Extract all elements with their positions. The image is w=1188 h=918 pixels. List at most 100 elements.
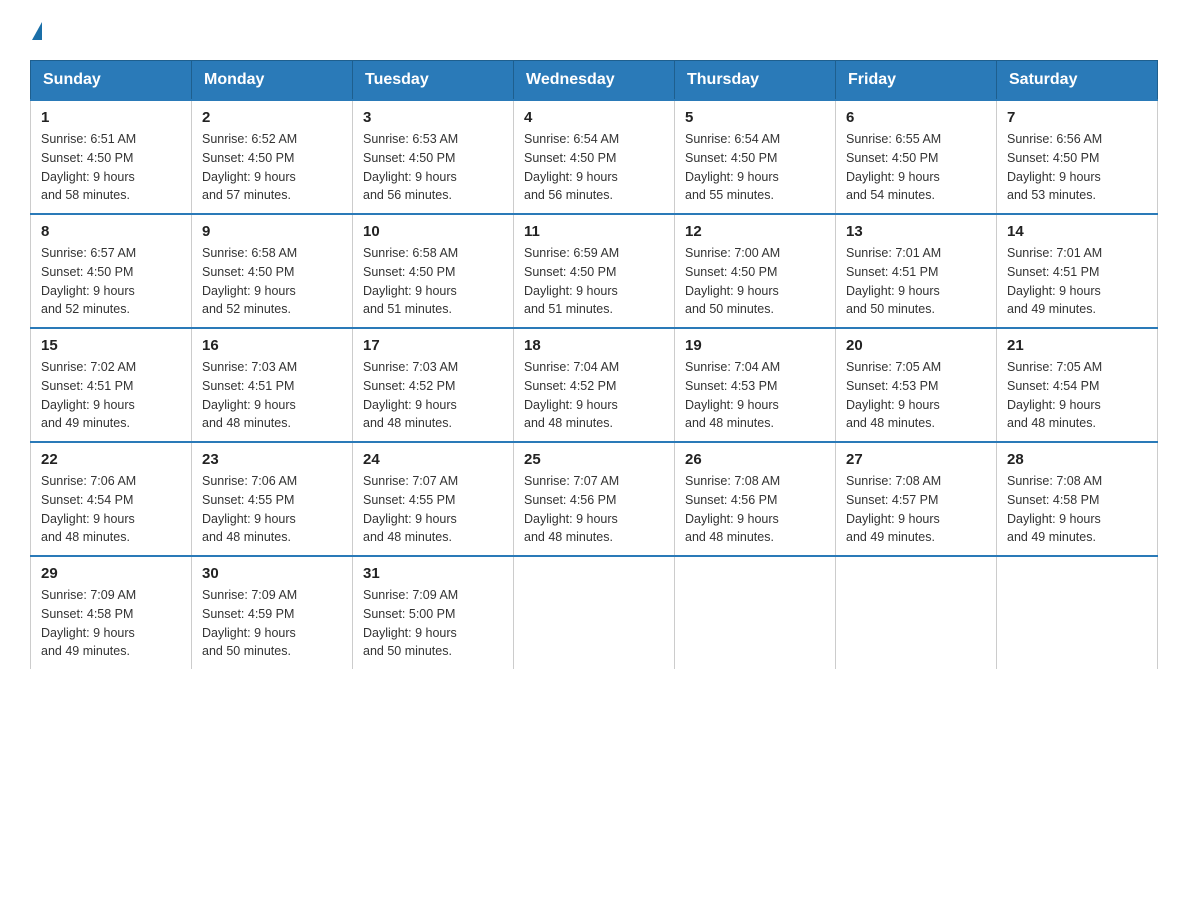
calendar-day-cell: 23 Sunrise: 7:06 AM Sunset: 4:55 PM Dayl…: [192, 442, 353, 556]
day-number: 13: [846, 223, 986, 240]
day-info: Sunrise: 6:53 AM Sunset: 4:50 PM Dayligh…: [363, 130, 503, 205]
day-number: 17: [363, 337, 503, 354]
day-info: Sunrise: 6:55 AM Sunset: 4:50 PM Dayligh…: [846, 130, 986, 205]
calendar-day-cell: 17 Sunrise: 7:03 AM Sunset: 4:52 PM Dayl…: [353, 328, 514, 442]
day-info: Sunrise: 7:06 AM Sunset: 4:54 PM Dayligh…: [41, 472, 181, 547]
day-number: 5: [685, 109, 825, 126]
day-info: Sunrise: 7:09 AM Sunset: 4:58 PM Dayligh…: [41, 586, 181, 661]
day-number: 23: [202, 451, 342, 468]
day-info: Sunrise: 6:58 AM Sunset: 4:50 PM Dayligh…: [202, 244, 342, 319]
weekday-header-monday: Monday: [192, 61, 353, 101]
day-info: Sunrise: 6:54 AM Sunset: 4:50 PM Dayligh…: [524, 130, 664, 205]
day-info: Sunrise: 7:00 AM Sunset: 4:50 PM Dayligh…: [685, 244, 825, 319]
calendar-day-cell: 6 Sunrise: 6:55 AM Sunset: 4:50 PM Dayli…: [836, 100, 997, 214]
day-info: Sunrise: 7:01 AM Sunset: 4:51 PM Dayligh…: [1007, 244, 1147, 319]
day-info: Sunrise: 7:08 AM Sunset: 4:56 PM Dayligh…: [685, 472, 825, 547]
day-number: 16: [202, 337, 342, 354]
calendar-week-row: 29 Sunrise: 7:09 AM Sunset: 4:58 PM Dayl…: [31, 556, 1158, 669]
weekday-header-sunday: Sunday: [31, 61, 192, 101]
day-number: 9: [202, 223, 342, 240]
day-info: Sunrise: 7:03 AM Sunset: 4:51 PM Dayligh…: [202, 358, 342, 433]
calendar-day-cell: 24 Sunrise: 7:07 AM Sunset: 4:55 PM Dayl…: [353, 442, 514, 556]
weekday-header-saturday: Saturday: [997, 61, 1158, 101]
day-number: 6: [846, 109, 986, 126]
calendar-day-cell: 20 Sunrise: 7:05 AM Sunset: 4:53 PM Dayl…: [836, 328, 997, 442]
day-info: Sunrise: 7:07 AM Sunset: 4:56 PM Dayligh…: [524, 472, 664, 547]
weekday-header-row: SundayMondayTuesdayWednesdayThursdayFrid…: [31, 61, 1158, 101]
day-number: 18: [524, 337, 664, 354]
day-info: Sunrise: 7:04 AM Sunset: 4:52 PM Dayligh…: [524, 358, 664, 433]
calendar-header: SundayMondayTuesdayWednesdayThursdayFrid…: [31, 61, 1158, 101]
calendar-day-cell: [514, 556, 675, 669]
calendar-day-cell: 28 Sunrise: 7:08 AM Sunset: 4:58 PM Dayl…: [997, 442, 1158, 556]
calendar-day-cell: 27 Sunrise: 7:08 AM Sunset: 4:57 PM Dayl…: [836, 442, 997, 556]
day-info: Sunrise: 7:08 AM Sunset: 4:57 PM Dayligh…: [846, 472, 986, 547]
day-info: Sunrise: 7:09 AM Sunset: 5:00 PM Dayligh…: [363, 586, 503, 661]
calendar-day-cell: 19 Sunrise: 7:04 AM Sunset: 4:53 PM Dayl…: [675, 328, 836, 442]
day-number: 2: [202, 109, 342, 126]
day-number: 8: [41, 223, 181, 240]
day-number: 1: [41, 109, 181, 126]
calendar-week-row: 1 Sunrise: 6:51 AM Sunset: 4:50 PM Dayli…: [31, 100, 1158, 214]
day-info: Sunrise: 6:58 AM Sunset: 4:50 PM Dayligh…: [363, 244, 503, 319]
day-info: Sunrise: 6:57 AM Sunset: 4:50 PM Dayligh…: [41, 244, 181, 319]
day-info: Sunrise: 7:09 AM Sunset: 4:59 PM Dayligh…: [202, 586, 342, 661]
day-number: 29: [41, 565, 181, 582]
calendar-day-cell: 13 Sunrise: 7:01 AM Sunset: 4:51 PM Dayl…: [836, 214, 997, 328]
day-number: 31: [363, 565, 503, 582]
calendar-day-cell: 29 Sunrise: 7:09 AM Sunset: 4:58 PM Dayl…: [31, 556, 192, 669]
calendar-day-cell: 12 Sunrise: 7:00 AM Sunset: 4:50 PM Dayl…: [675, 214, 836, 328]
calendar-day-cell: 18 Sunrise: 7:04 AM Sunset: 4:52 PM Dayl…: [514, 328, 675, 442]
day-info: Sunrise: 7:01 AM Sunset: 4:51 PM Dayligh…: [846, 244, 986, 319]
logo: [30, 20, 42, 40]
day-number: 22: [41, 451, 181, 468]
weekday-header-thursday: Thursday: [675, 61, 836, 101]
calendar-day-cell: 21 Sunrise: 7:05 AM Sunset: 4:54 PM Dayl…: [997, 328, 1158, 442]
day-info: Sunrise: 7:05 AM Sunset: 4:54 PM Dayligh…: [1007, 358, 1147, 433]
day-number: 15: [41, 337, 181, 354]
calendar-day-cell: [997, 556, 1158, 669]
day-number: 10: [363, 223, 503, 240]
day-number: 19: [685, 337, 825, 354]
calendar-day-cell: [675, 556, 836, 669]
calendar-day-cell: [836, 556, 997, 669]
day-info: Sunrise: 7:02 AM Sunset: 4:51 PM Dayligh…: [41, 358, 181, 433]
calendar-week-row: 8 Sunrise: 6:57 AM Sunset: 4:50 PM Dayli…: [31, 214, 1158, 328]
calendar-day-cell: 31 Sunrise: 7:09 AM Sunset: 5:00 PM Dayl…: [353, 556, 514, 669]
calendar-day-cell: 9 Sunrise: 6:58 AM Sunset: 4:50 PM Dayli…: [192, 214, 353, 328]
calendar-day-cell: 15 Sunrise: 7:02 AM Sunset: 4:51 PM Dayl…: [31, 328, 192, 442]
day-info: Sunrise: 6:54 AM Sunset: 4:50 PM Dayligh…: [685, 130, 825, 205]
calendar-day-cell: 2 Sunrise: 6:52 AM Sunset: 4:50 PM Dayli…: [192, 100, 353, 214]
calendar-day-cell: 8 Sunrise: 6:57 AM Sunset: 4:50 PM Dayli…: [31, 214, 192, 328]
day-number: 14: [1007, 223, 1147, 240]
calendar-day-cell: 30 Sunrise: 7:09 AM Sunset: 4:59 PM Dayl…: [192, 556, 353, 669]
day-number: 25: [524, 451, 664, 468]
calendar-day-cell: 10 Sunrise: 6:58 AM Sunset: 4:50 PM Dayl…: [353, 214, 514, 328]
calendar-day-cell: 11 Sunrise: 6:59 AM Sunset: 4:50 PM Dayl…: [514, 214, 675, 328]
page-header: [30, 20, 1158, 40]
day-number: 28: [1007, 451, 1147, 468]
calendar-day-cell: 14 Sunrise: 7:01 AM Sunset: 4:51 PM Dayl…: [997, 214, 1158, 328]
calendar-day-cell: 26 Sunrise: 7:08 AM Sunset: 4:56 PM Dayl…: [675, 442, 836, 556]
calendar-day-cell: 3 Sunrise: 6:53 AM Sunset: 4:50 PM Dayli…: [353, 100, 514, 214]
calendar-day-cell: 25 Sunrise: 7:07 AM Sunset: 4:56 PM Dayl…: [514, 442, 675, 556]
calendar-day-cell: 22 Sunrise: 7:06 AM Sunset: 4:54 PM Dayl…: [31, 442, 192, 556]
day-info: Sunrise: 7:07 AM Sunset: 4:55 PM Dayligh…: [363, 472, 503, 547]
day-info: Sunrise: 7:06 AM Sunset: 4:55 PM Dayligh…: [202, 472, 342, 547]
day-info: Sunrise: 7:08 AM Sunset: 4:58 PM Dayligh…: [1007, 472, 1147, 547]
day-number: 20: [846, 337, 986, 354]
calendar-day-cell: 5 Sunrise: 6:54 AM Sunset: 4:50 PM Dayli…: [675, 100, 836, 214]
day-number: 4: [524, 109, 664, 126]
weekday-header-friday: Friday: [836, 61, 997, 101]
day-number: 21: [1007, 337, 1147, 354]
day-info: Sunrise: 7:04 AM Sunset: 4:53 PM Dayligh…: [685, 358, 825, 433]
day-number: 11: [524, 223, 664, 240]
calendar-day-cell: 16 Sunrise: 7:03 AM Sunset: 4:51 PM Dayl…: [192, 328, 353, 442]
calendar-week-row: 22 Sunrise: 7:06 AM Sunset: 4:54 PM Dayl…: [31, 442, 1158, 556]
day-number: 12: [685, 223, 825, 240]
day-number: 30: [202, 565, 342, 582]
calendar-body: 1 Sunrise: 6:51 AM Sunset: 4:50 PM Dayli…: [31, 100, 1158, 669]
day-info: Sunrise: 7:03 AM Sunset: 4:52 PM Dayligh…: [363, 358, 503, 433]
day-number: 24: [363, 451, 503, 468]
day-number: 7: [1007, 109, 1147, 126]
